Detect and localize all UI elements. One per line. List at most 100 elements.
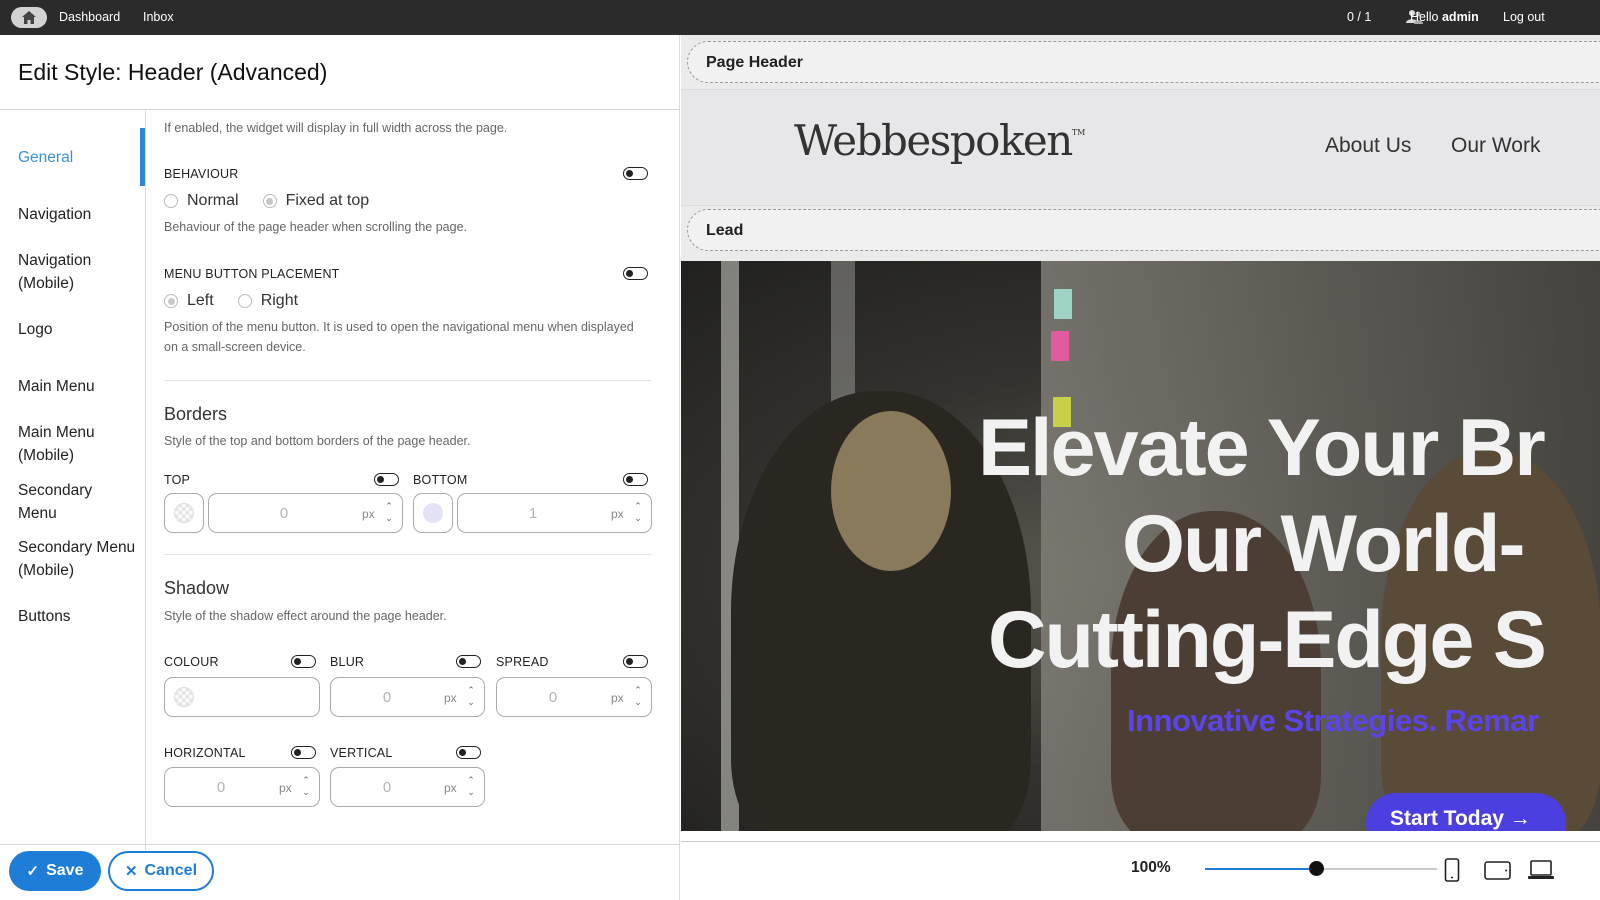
stepper-arrows-icon[interactable]: ⌃ ⌄ [633,500,643,524]
menu-about-us[interactable]: About Us [1325,134,1411,158]
behaviour-options: Normal Fixed at top [164,192,393,210]
home-icon [22,11,36,24]
shadow-spread-label: SPREAD [496,655,549,669]
shadow-horizontal-value: 0 [216,779,226,796]
site-header-preview: WebbespokenTM About Us Our Work [681,89,1600,206]
nav-logo[interactable]: Logo [18,318,52,341]
shadow-colour-label: COLOUR [164,655,219,669]
user-count: 0 / 1 [1347,10,1372,24]
transparent-color-dot [174,687,194,707]
transparent-color-dot [174,503,194,523]
site-logo: WebbespokenTM [794,116,1085,165]
start-today-button[interactable]: Start Today → [1366,793,1566,831]
behaviour-toggle[interactable] [623,167,648,180]
borders-description: Style of the top and bottom borders of t… [164,434,471,448]
nav-main-menu-mobile[interactable]: Main Menu (Mobile) [18,421,128,467]
shadow-blur-input[interactable]: 0 px ⌃ ⌄ [330,677,485,717]
editor-sidenav: General Navigation Navigation (Mobile) L… [0,110,146,880]
page-header-section-label[interactable]: Page Header [687,41,1600,83]
menu-right-label: Right [260,292,299,309]
nav-secondary-menu[interactable]: Secondary Menu [18,479,128,525]
border-bottom-label: BOTTOM [413,473,468,487]
nav-navigation[interactable]: Navigation [18,203,91,226]
sticky-note [1054,289,1072,319]
border-bottom-value: 1 [528,505,538,522]
nav-secondary-menu-mobile[interactable]: Secondary Menu (Mobile) [18,536,138,582]
dashboard-link[interactable]: Dashboard [59,10,120,24]
nav-buttons[interactable]: Buttons [18,605,71,628]
behaviour-label: BEHAVIOUR [164,167,239,181]
border-bottom-unit: px [611,507,624,521]
greeting-text: Hello [1410,10,1439,24]
border-top-width-input[interactable]: 0 px ⌃ ⌄ [208,493,403,533]
border-top-value: 0 [279,505,289,522]
behaviour-normal-label: Normal [187,192,239,209]
save-label: Save [46,862,84,879]
check-icon: ✓ [26,863,40,880]
laptop-icon[interactable] [1528,860,1554,885]
cancel-button[interactable]: ✕ Cancel [108,851,214,891]
shadow-spread-value: 0 [548,689,558,706]
border-bottom-width-input[interactable]: 1 px ⌃ ⌄ [457,493,652,533]
shadow-horizontal-label: HORIZONTAL [164,746,246,760]
home-button[interactable] [11,7,47,28]
inbox-link[interactable]: Inbox [143,10,174,24]
behaviour-fixed-label: Fixed at top [285,192,370,209]
stepper-arrows-icon[interactable]: ⌃ ⌄ [301,774,311,798]
page-preview: Page Header WebbespokenTM About Us Our W… [681,35,1600,900]
border-top-toggle[interactable] [374,473,399,486]
active-indicator [140,128,145,186]
zoom-slider-handle[interactable] [1309,861,1325,876]
shadow-vertical-input[interactable]: 0 px ⌃ ⌄ [330,767,485,807]
border-bottom-color-swatch[interactable] [413,493,453,533]
hero-banner: Elevate Your Br Our World- Cutting-Edge … [681,261,1600,831]
shadow-description: Style of the shadow effect around the pa… [164,609,447,623]
nav-navigation-mobile[interactable]: Navigation (Mobile) [18,249,128,295]
menu-right-radio[interactable] [237,294,252,308]
phone-icon[interactable] [1444,858,1460,887]
stepper-arrows-icon[interactable]: ⌃ ⌄ [384,500,394,524]
menu-button-placement-label: MENU BUTTON PLACEMENT [164,267,340,281]
shadow-blur-unit: px [444,691,457,705]
shadow-colour-toggle[interactable] [291,655,316,668]
border-bottom-toggle[interactable] [623,473,648,486]
border-top-label: TOP [164,473,191,487]
shadow-spread-unit: px [611,691,624,705]
shadow-spread-input[interactable]: 0 px ⌃ ⌄ [496,677,652,717]
save-button[interactable]: ✓ Save [9,851,101,891]
style-editor-panel: Edit Style: Header (Advanced) General Na… [0,35,680,900]
section-divider [164,380,651,381]
stepper-arrows-icon[interactable]: ⌃ ⌄ [466,774,476,798]
logo-text: Webbespoken [794,116,1073,165]
stepper-arrows-icon[interactable]: ⌃ ⌄ [466,684,476,708]
nav-general[interactable]: General [18,146,73,169]
shadow-blur-value: 0 [382,689,392,706]
shadow-vertical-value: 0 [382,779,392,796]
footer-divider [0,844,680,845]
logout-link[interactable]: Log out [1503,10,1545,24]
close-icon: ✕ [124,863,138,880]
shadow-blur-toggle[interactable] [456,655,481,668]
menu-button-toggle[interactable] [623,267,648,280]
shadow-horizontal-toggle[interactable] [291,746,316,759]
hero-line-2: Our World- [1122,499,1525,589]
border-top-color-swatch[interactable] [164,493,204,533]
zoom-slider-fill [1205,868,1317,870]
behaviour-fixed-radio[interactable] [262,194,277,208]
shadow-spread-toggle[interactable] [623,655,648,668]
menu-our-work[interactable]: Our Work [1451,134,1540,158]
shadow-vertical-toggle[interactable] [456,746,481,759]
shadow-horizontal-input[interactable]: 0 px ⌃ ⌄ [164,767,320,807]
lead-section-label[interactable]: Lead [687,209,1600,251]
cancel-label: Cancel [144,862,198,879]
menu-left-radio[interactable] [164,294,178,308]
behaviour-normal-radio[interactable] [164,194,178,208]
nav-main-menu[interactable]: Main Menu [18,375,95,398]
stepper-arrows-icon[interactable]: ⌃ ⌄ [633,684,643,708]
zoom-level: 100% [1131,859,1171,876]
top-bar: Dashboard Inbox 0 / 1 Hello admin Log ou… [0,0,1600,35]
shadow-title: Shadow [164,578,230,598]
lilac-color-dot [423,503,443,523]
tablet-icon[interactable] [1484,861,1511,885]
shadow-colour-picker[interactable] [164,677,320,717]
